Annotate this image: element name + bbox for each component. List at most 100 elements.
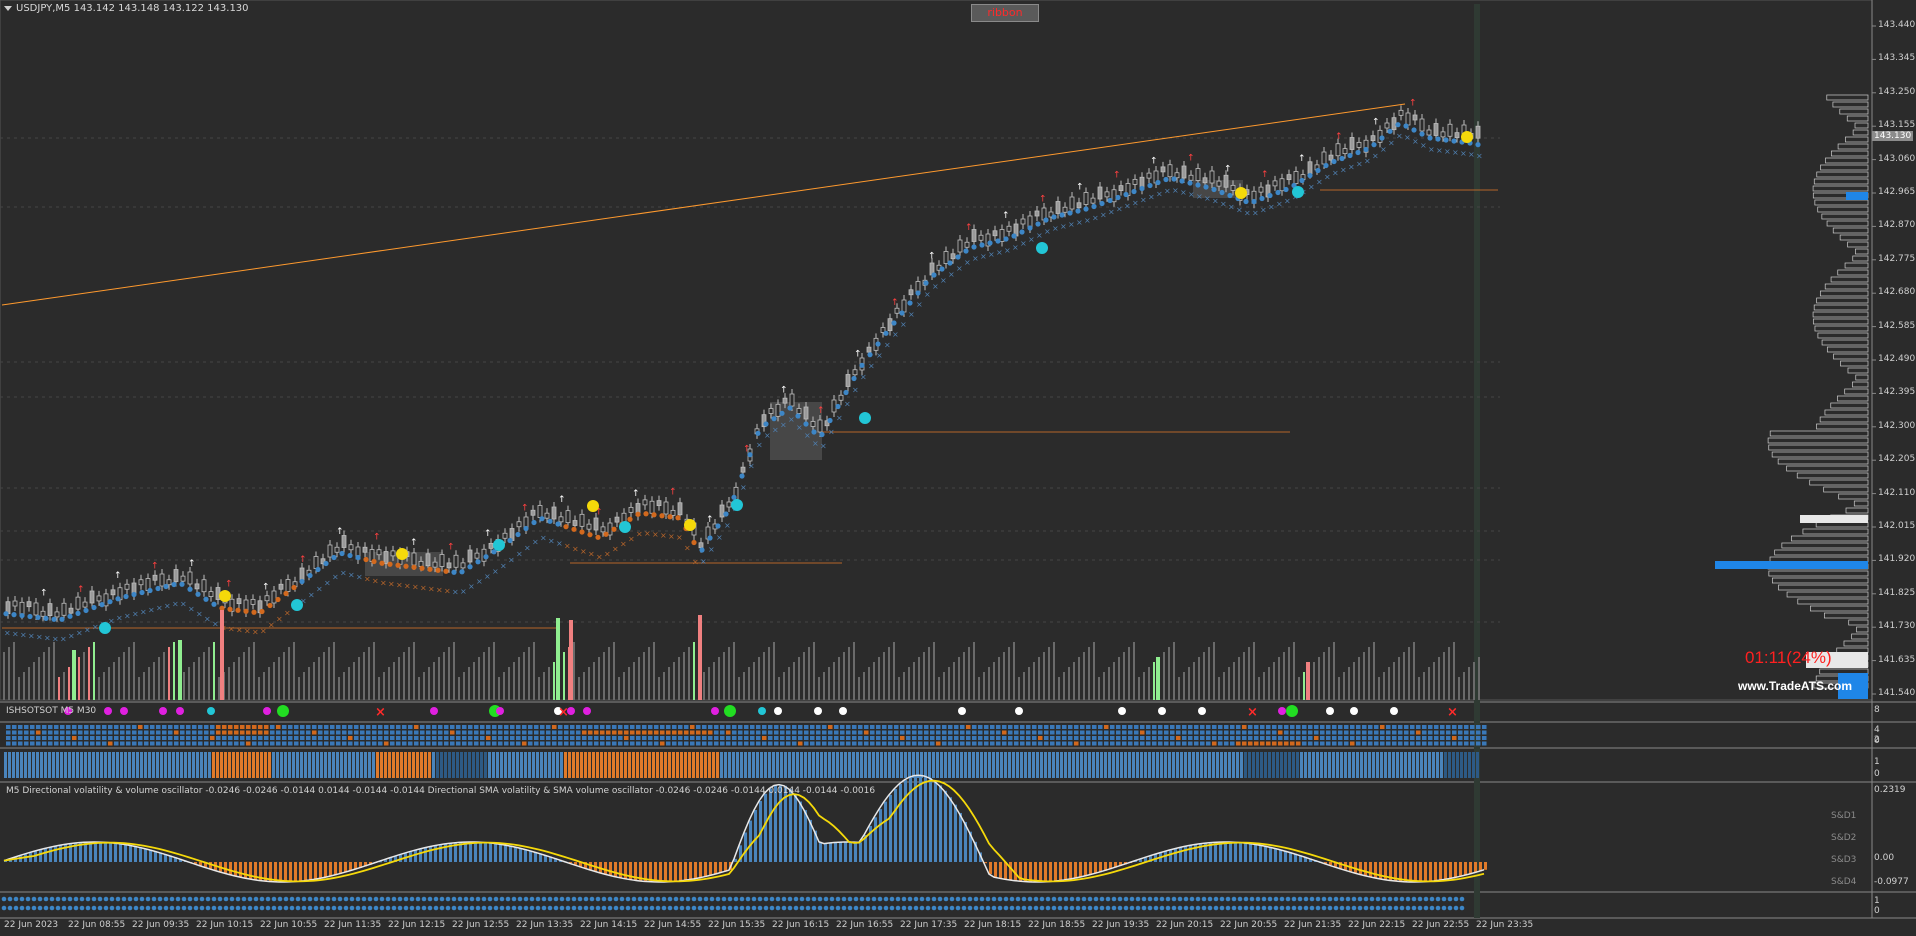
ribbon-dot [763, 421, 769, 427]
trend-cell [1192, 752, 1195, 778]
candle-body [82, 601, 88, 608]
matrix-cell [732, 736, 737, 740]
matrix-cell [24, 736, 29, 740]
candle-body [740, 466, 746, 473]
ribbon-cross: × [620, 539, 627, 548]
bottom-dot [247, 905, 253, 911]
matrix-cell [768, 741, 773, 746]
ribbon-cross: × [812, 439, 819, 448]
matrix-cell [84, 736, 89, 740]
bottom-dot [289, 905, 295, 911]
bottom-dot [1129, 905, 1135, 911]
candle-body [194, 583, 200, 590]
volume-profile-bar [1767, 437, 1869, 444]
signal-dot-icon [263, 707, 271, 715]
bottom-dot [769, 896, 775, 902]
bottom-dot [337, 896, 343, 902]
trend-cell [616, 752, 619, 778]
bottom-dot [1075, 896, 1081, 902]
bottom-dot [523, 896, 529, 902]
bottom-dot [865, 905, 871, 911]
oscillator-bar [329, 862, 332, 877]
bottom-dot [883, 896, 889, 902]
trend-cell [896, 752, 899, 778]
matrix-cell [888, 736, 893, 740]
matrix-cell [1440, 725, 1445, 729]
sd-label-3: S&D3 [1831, 855, 1857, 865]
ribbon-dot [1307, 172, 1313, 179]
ribbon-cross: × [1020, 239, 1027, 248]
trend-cell [620, 752, 623, 778]
trend-cell [1400, 752, 1403, 778]
bottom-dot [1099, 896, 1105, 902]
trend-cell [80, 752, 83, 778]
matrix-cell [930, 730, 935, 735]
matrix-cell [1314, 730, 1319, 735]
ribbon-cross: × [1140, 196, 1147, 205]
matrix-cell [1386, 736, 1391, 740]
trend-cell [1000, 752, 1003, 778]
ribbon-button[interactable]: ribbon [971, 4, 1039, 22]
matrix-cell [1266, 730, 1271, 735]
bottom-dot [1237, 896, 1243, 902]
dropdown-triangle-icon[interactable] [4, 5, 12, 11]
ribbon-cross: × [356, 573, 363, 582]
trend-cell [860, 752, 863, 778]
matrix-cell [1368, 736, 1373, 740]
trend-cell [664, 752, 667, 778]
matrix-cell [612, 741, 617, 746]
matrix-cell [138, 736, 143, 740]
matrix-cell [300, 741, 305, 746]
matrix-cell [570, 736, 575, 740]
bottom-dot [1363, 905, 1369, 911]
matrix-cell [540, 736, 545, 740]
matrix-cell [1326, 725, 1331, 729]
matrix-cell [210, 741, 215, 746]
bottom-dot [1333, 896, 1339, 902]
trend-cell [1276, 752, 1279, 778]
candle-body [467, 549, 473, 563]
matrix-cell [570, 725, 575, 729]
ribbon-dot [171, 581, 177, 588]
matrix-cell [1002, 741, 1007, 746]
candle-body [159, 573, 165, 587]
matrix-cell [1470, 736, 1475, 740]
ribbon-dot [1011, 233, 1017, 239]
ribbon-dot [1067, 210, 1073, 216]
ribbon-dot [1299, 177, 1305, 184]
matrix-cell [1338, 736, 1343, 740]
candle-body [964, 241, 970, 248]
matrix-cell [576, 730, 581, 735]
ribbon-cross: × [596, 552, 603, 561]
ribbon-cross: × [500, 562, 507, 571]
matrix-cell [120, 725, 125, 729]
matrix-cell [354, 730, 359, 735]
volume-profile-bar [1786, 465, 1869, 472]
matrix-cell [114, 736, 119, 740]
ribbon-dot [571, 526, 577, 532]
matrix-cell [150, 736, 155, 740]
matrix-cell [594, 736, 599, 740]
trend-cell [1016, 752, 1019, 778]
matrix-cell [492, 730, 497, 735]
signal-dot-icon [814, 707, 822, 715]
bottom-dot [553, 905, 559, 911]
matrix-cell [1356, 736, 1361, 740]
matrix-cell [1092, 730, 1097, 735]
trend-cell [1456, 752, 1459, 778]
matrix-cell [1206, 736, 1211, 740]
symbol-header[interactable]: USDJPY,M5 143.142 143.148 143.122 143.13… [4, 3, 249, 14]
bottom-dot [1159, 905, 1165, 911]
trend-cell [476, 752, 479, 778]
oscillator-bar [49, 847, 52, 862]
ribbon-dot [1267, 192, 1273, 199]
oscillator-bar [124, 844, 127, 862]
matrix-cell [336, 725, 341, 729]
candle-body [68, 607, 74, 614]
trend-cell [1232, 752, 1235, 778]
bottom-dot [331, 905, 337, 911]
ribbon-dot [595, 534, 601, 540]
matrix-cell [1176, 741, 1181, 746]
bottom-dot [1327, 896, 1333, 902]
trend-cell [180, 752, 183, 778]
